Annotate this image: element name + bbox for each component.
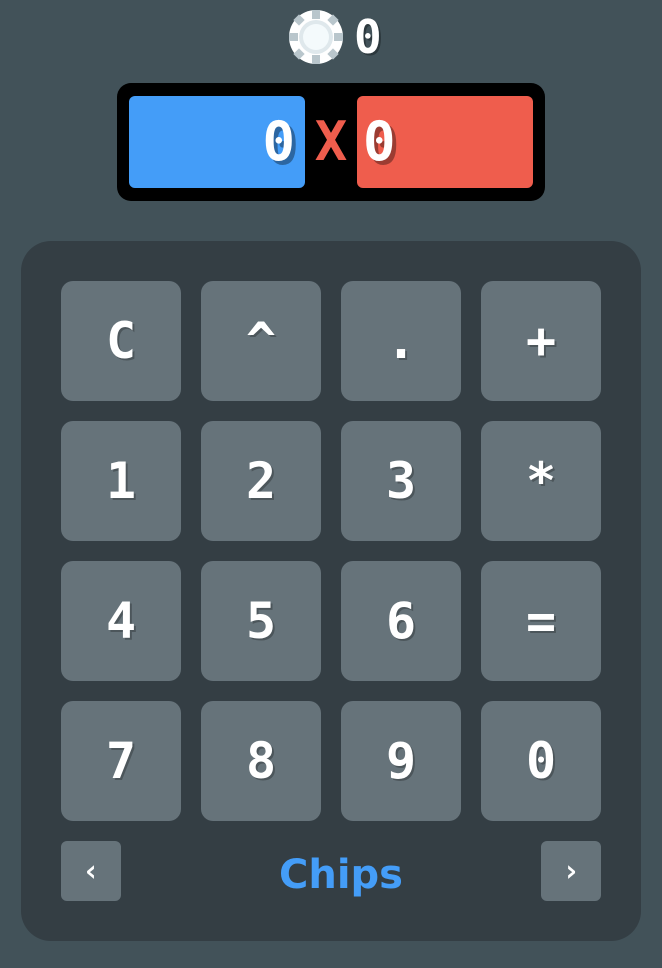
prev-mode-button[interactable]: ‹ — [61, 841, 121, 901]
keypad-panel: C ^ . + 1 2 3 * 4 5 6 = 7 8 9 0 ‹ Chips … — [21, 241, 641, 941]
game-screen: 0 0 X 0 C ^ . + 1 2 3 * 4 5 6 = 7 8 9 0 … — [0, 0, 662, 968]
key-clear[interactable]: C — [61, 281, 181, 401]
key-8[interactable]: 8 — [201, 701, 321, 821]
red-score-box: 0 — [357, 96, 533, 188]
key-power[interactable]: ^ — [201, 281, 321, 401]
key-0[interactable]: 0 — [481, 701, 601, 821]
key-multiply[interactable]: * — [481, 421, 601, 541]
red-score: 0 — [363, 110, 396, 173]
chevron-left-icon: ‹ — [81, 853, 101, 889]
key-plus[interactable]: + — [481, 281, 601, 401]
chip-counter: 0 — [288, 8, 382, 66]
key-3[interactable]: 3 — [341, 421, 461, 541]
key-5[interactable]: 5 — [201, 561, 321, 681]
key-equals[interactable]: = — [481, 561, 601, 681]
poker-chip-icon — [289, 10, 343, 64]
key-2[interactable]: 2 — [201, 421, 321, 541]
score-separator: X — [314, 110, 348, 173]
next-mode-button[interactable]: › — [541, 841, 601, 901]
chip-count: 0 — [354, 10, 382, 64]
key-1[interactable]: 1 — [61, 421, 181, 541]
score-bar: 0 X 0 — [117, 83, 545, 201]
blue-score-box: 0 — [129, 96, 305, 188]
key-9[interactable]: 9 — [341, 701, 461, 821]
key-7[interactable]: 7 — [61, 701, 181, 821]
blue-score: 0 — [262, 110, 295, 173]
mode-label: Chips — [279, 852, 403, 898]
key-6[interactable]: 6 — [341, 561, 461, 681]
key-decimal[interactable]: . — [341, 281, 461, 401]
key-4[interactable]: 4 — [61, 561, 181, 681]
chevron-right-icon: › — [561, 853, 581, 889]
